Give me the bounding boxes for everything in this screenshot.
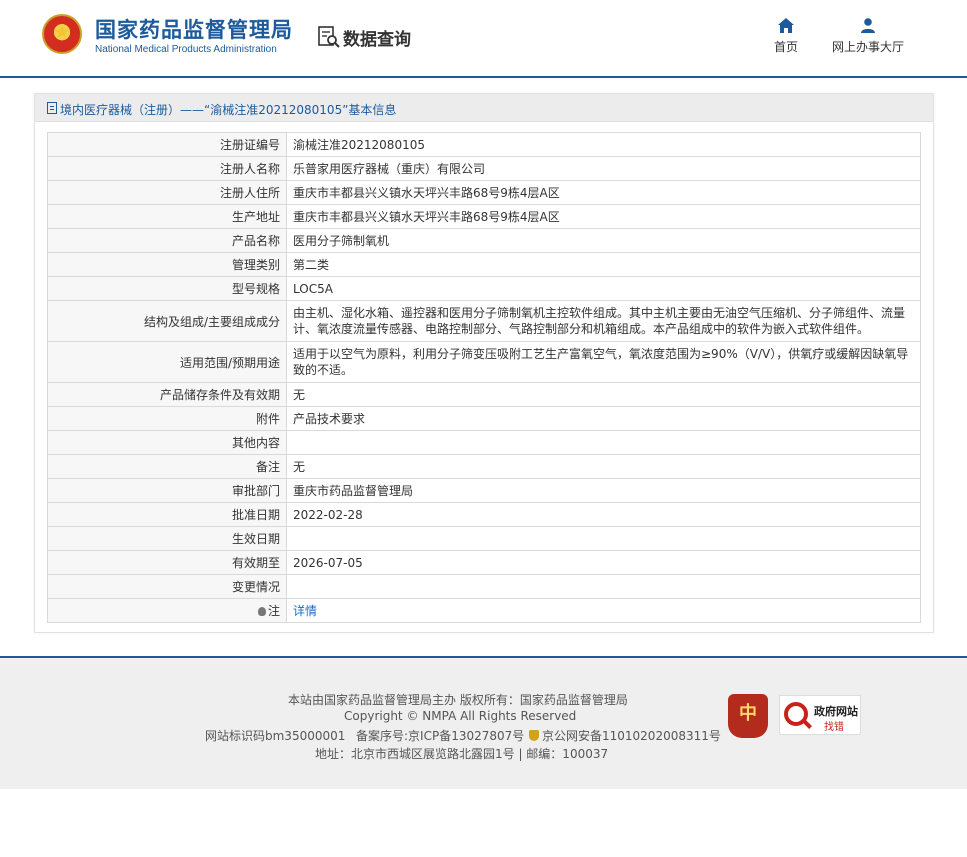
field-label: 批准日期 [47,502,287,527]
footer-address: 地址：北京市西城区展览路北露园1号 | 邮编：100037 [315,747,609,761]
table-row: 备注无 [47,454,921,479]
breadcrumb-bar: 境内医疗器械（注册）——“渝械注准20212080105”基本信息 [35,94,933,122]
footer-police-record[interactable]: 京公网安备11010202008311号 [529,727,721,744]
field-value: 重庆市药品监督管理局 [286,478,921,503]
nav-home-label: 首页 [773,40,798,54]
table-row: 结构及组成/主要组成成分 由主机、湿化水箱、遥控器和医用分子筛制氧机主控软件组成。… [47,300,921,342]
field-value: 无 [286,382,921,407]
nav-online-service-hall[interactable]: 网上办事大厅 [830,18,906,55]
field-value: 乐普家用医疗器械（重庆）有限公司 [286,156,921,181]
footer-sponsor: 本站由国家药品监督管理局主办 版权所有：国家药品监督管理局 [288,693,628,707]
magnifier-icon [784,702,808,726]
note-label: 注 [267,604,280,618]
field-label: 结构及组成/主要组成成分 [47,300,287,342]
table-row: 注 详情 [47,598,921,623]
table-row: 生效日期 [47,526,921,551]
field-value: 第二类 [286,252,921,277]
table-row: 其他内容 [47,430,921,455]
table-row: 附件 产品技术要求 [47,406,921,431]
field-value: 由主机、湿化水箱、遥控器和医用分子筛制氧机主控软件组成。其中主机主要由无油空气压… [286,300,921,342]
data-query-icon [318,26,340,48]
nav-hall-label: 网上办事大厅 [831,40,904,54]
field-label: 其他内容 [47,430,287,455]
footer-site-id: 网站标识码bm35000001 [205,729,346,743]
field-label: 产品名称 [47,228,287,253]
user-icon [861,18,875,33]
table-row: 适用范围/预期用途 适用于以空气为原料，利用分子筛变压吸附工艺生产富氧空气，氧浓度… [47,341,921,383]
field-value: 2026-07-05 [286,550,921,575]
field-label: 管理类别 [47,252,287,277]
field-value [286,526,921,551]
national-emblem-icon [42,14,82,54]
document-icon [47,102,57,114]
field-value: 医用分子筛制氧机 [286,228,921,253]
nav-home[interactable]: 首页 [772,18,800,55]
site-title[interactable]: 国家药品监督管理局 [95,14,293,44]
field-value: 无 [286,454,921,479]
device-info-table: 注册证编号 渝械注准20212080105 注册人名称 乐普家用医疗器械（重庆）有限… [47,132,921,623]
table-row: 产品储存条件及有效期无 [47,382,921,407]
section-title: 数据查询 [343,30,411,50]
site-header: 国家药品监督管理局 National Medical Products Admi… [0,0,967,78]
field-label: 注册人名称 [47,156,287,181]
table-row: 生产地址 重庆市丰都县兴义镇水天坪兴丰路68号9栋4层A区 [47,204,921,229]
gov-site-error-report-badge[interactable]: 政府网站 找错 [779,695,861,735]
table-row: 型号规格 LOC5A [47,276,921,301]
home-icon [778,18,794,33]
table-row: 变更情况 [47,574,921,599]
field-label: 生产地址 [47,204,287,229]
field-value: 产品技术要求 [286,406,921,431]
table-row: 有效期至 2026-07-05 [47,550,921,575]
details-link[interactable]: 详情 [286,598,921,623]
field-label: 有效期至 [47,550,287,575]
field-value [286,430,921,455]
field-label: 产品储存条件及有效期 [47,382,287,407]
field-label: 注册证编号 [47,132,287,157]
footer-icp-link[interactable]: 备案序号:京ICP备13027807号 [356,727,524,744]
footer-copyright: Copyright © NMPA All Rights Reserved [344,709,577,723]
field-label: 适用范围/预期用途 [47,341,287,383]
field-label: 注册人住所 [47,180,287,205]
field-label: 附件 [47,406,287,431]
table-row: 产品名称 医用分子筛制氧机 [47,228,921,253]
lightbulb-icon [257,607,266,616]
field-value: 2022-02-28 [286,502,921,527]
party-government-badge-icon[interactable]: 中 [728,694,768,738]
field-value [286,574,921,599]
field-label: 型号规格 [47,276,287,301]
table-row: 管理类别 第二类 [47,252,921,277]
field-value: 重庆市丰都县兴义镇水天坪兴丰路68号9栋4层A区 [286,204,921,229]
table-row: 审批部门 重庆市药品监督管理局 [47,478,921,503]
field-label: 审批部门 [47,478,287,503]
table-row: 批准日期 2022-02-28 [47,502,921,527]
field-value: 渝械注准20212080105 [286,132,921,157]
site-title-en: National Medical Products Administration [95,44,277,55]
field-label: 备注 [47,454,287,479]
field-label: 变更情况 [47,574,287,599]
note-label-cell: 注 [47,598,287,623]
footer-police-text: 京公网安备11010202008311号 [542,729,721,743]
table-row: 注册人住所 重庆市丰都县兴义镇水天坪兴丰路68号9栋4层A区 [47,180,921,205]
table-row: 注册证编号 渝械注准20212080105 [47,132,921,157]
detail-panel: 境内医疗器械（注册）——“渝械注准20212080105”基本信息 注册证编号渝… [34,93,934,633]
breadcrumb: 境内医疗器械（注册）——“渝械注准20212080105”基本信息 [60,103,397,117]
field-value: LOC5A [286,276,921,301]
field-value: 适用于以空气为原料，利用分子筛变压吸附工艺生产富氧空气，氧浓度范围为≥90%（V… [286,341,921,383]
gov-badge-subtitle: 找错 [824,722,844,733]
field-value: 重庆市丰都县兴义镇水天坪兴丰路68号9栋4层A区 [286,180,921,205]
police-badge-icon [529,730,539,741]
field-label: 生效日期 [47,526,287,551]
table-row: 注册人名称 乐普家用医疗器械（重庆）有限公司 [47,156,921,181]
gov-badge-title: 政府网站 [814,705,858,718]
